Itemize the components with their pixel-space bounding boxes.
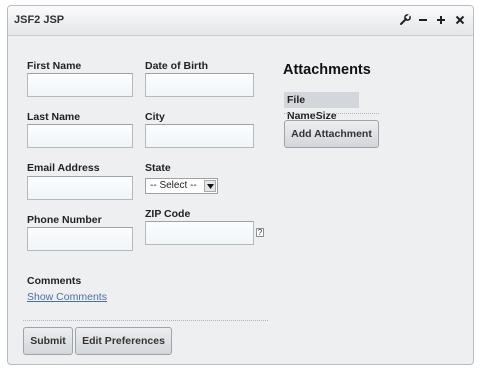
state-label: State xyxy=(145,162,171,174)
attachments-heading: Attachments xyxy=(283,62,371,78)
minimize-icon[interactable] xyxy=(416,13,430,27)
state-select-value: -- Select -- xyxy=(150,180,197,191)
wrench-icon[interactable] xyxy=(398,13,412,27)
zip-code-label: ZIP Code xyxy=(145,208,191,220)
form-divider xyxy=(23,320,268,321)
first-name-label: First Name xyxy=(27,60,82,72)
show-comments-link[interactable]: Show Comments xyxy=(27,291,107,303)
date-of-birth-field[interactable] xyxy=(145,73,254,97)
first-name-field[interactable] xyxy=(27,73,133,97)
chevron-down-icon[interactable] xyxy=(204,180,216,192)
date-of-birth-label: Date of Birth xyxy=(145,60,208,72)
email-field[interactable] xyxy=(27,176,133,200)
file-name-column-header: File Name xyxy=(287,94,316,122)
edit-preferences-button[interactable]: Edit Preferences xyxy=(75,327,172,355)
attachments-divider xyxy=(284,113,379,114)
comments-label: Comments xyxy=(27,275,82,287)
state-select[interactable]: -- Select -- xyxy=(145,178,218,194)
add-attachment-button[interactable]: Add Attachment xyxy=(284,120,379,148)
submit-button[interactable]: Submit xyxy=(23,327,73,355)
city-field[interactable] xyxy=(145,124,254,148)
zip-code-field[interactable] xyxy=(145,221,254,245)
last-name-label: Last Name xyxy=(27,111,81,123)
last-name-field[interactable] xyxy=(27,124,133,148)
city-label: City xyxy=(145,111,165,123)
phone-number-label: Phone Number xyxy=(27,214,102,226)
close-icon[interactable] xyxy=(453,13,467,27)
attachments-table-header: File NameSize xyxy=(284,92,359,122)
portlet-window: JSF2 JSP First Name Date of Birth Last N… xyxy=(7,5,474,365)
phone-number-field[interactable] xyxy=(27,227,133,251)
maximize-icon[interactable] xyxy=(434,13,448,27)
email-label: Email Address xyxy=(27,162,100,174)
help-icon[interactable]: ? xyxy=(256,228,264,237)
portlet-titlebar: JSF2 JSP xyxy=(8,6,473,36)
portlet-title: JSF2 JSP xyxy=(14,14,65,26)
